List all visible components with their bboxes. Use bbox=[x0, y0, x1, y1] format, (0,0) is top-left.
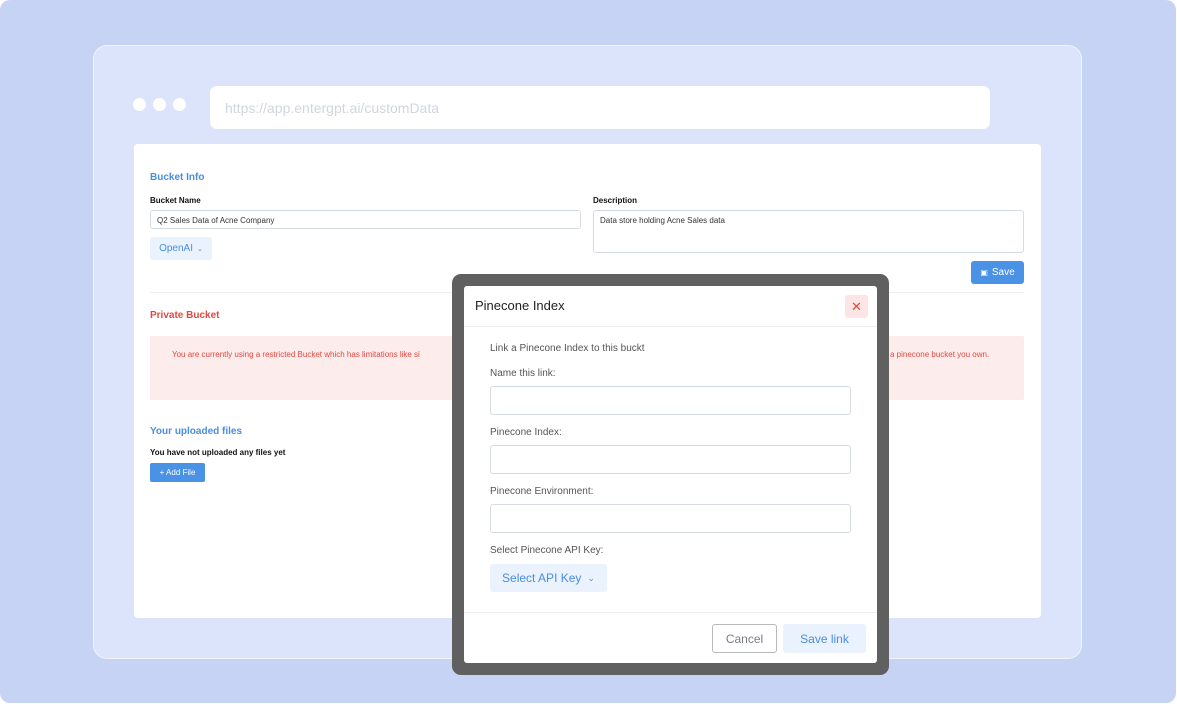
chevron-down-icon: ⌄ bbox=[587, 572, 595, 583]
model-dropdown-label: OpenAI bbox=[159, 243, 194, 254]
select-api-key-label: Select API Key bbox=[502, 571, 582, 585]
pinecone-index-label: Pinecone Index: bbox=[490, 427, 562, 438]
select-api-key-dropdown[interactable]: Select API Key ⌄ bbox=[490, 564, 607, 592]
bucket-name-label: Bucket Name bbox=[150, 196, 201, 205]
uploaded-files-title: Your uploaded files bbox=[150, 426, 243, 437]
link-name-label: Name this link: bbox=[490, 368, 556, 379]
window-dot-2 bbox=[153, 98, 166, 111]
modal-intro-text: Link a Pinecone Index to this buckt bbox=[490, 343, 645, 354]
model-dropdown-button[interactable]: OpenAI ⌄ bbox=[150, 237, 212, 260]
description-label: Description bbox=[593, 196, 638, 205]
api-key-label: Select Pinecone API Key: bbox=[490, 545, 604, 556]
private-bucket-title: Private Bucket bbox=[150, 310, 220, 321]
warning-text-right: a pinecone bucket you own. bbox=[890, 350, 990, 359]
chevron-down-icon: ⌄ bbox=[197, 245, 203, 253]
no-files-text: You have not uploaded any files yet bbox=[150, 448, 286, 457]
bucket-name-input[interactable]: Q2 Sales Data of Acne Company bbox=[150, 210, 581, 229]
url-text: https://app.entergpt.ai/customData bbox=[225, 99, 440, 116]
add-file-button[interactable]: + Add File bbox=[150, 463, 205, 482]
pinecone-index-input[interactable] bbox=[490, 445, 851, 474]
link-name-input[interactable] bbox=[490, 386, 851, 415]
pinecone-index-modal: Pinecone Index ✕ Link a Pinecone Index t… bbox=[464, 286, 877, 663]
save-button[interactable]: ▣ Save bbox=[971, 261, 1024, 284]
cancel-button[interactable]: Cancel bbox=[712, 624, 777, 653]
close-button[interactable]: ✕ bbox=[845, 295, 868, 318]
modal-title: Pinecone Index bbox=[475, 298, 565, 313]
modal-header: Pinecone Index ✕ bbox=[464, 286, 877, 327]
save-button-label: Save bbox=[991, 267, 1015, 278]
pinecone-environment-label: Pinecone Environment: bbox=[490, 486, 594, 497]
window-dot-3 bbox=[173, 98, 186, 111]
modal-footer: Cancel Save link bbox=[464, 612, 877, 663]
description-textarea[interactable]: Data store holding Acne Sales data bbox=[593, 210, 1024, 253]
window-dot-1 bbox=[133, 98, 146, 111]
close-icon: ✕ bbox=[851, 298, 862, 314]
pinecone-environment-input[interactable] bbox=[490, 504, 851, 533]
url-bar[interactable]: https://app.entergpt.ai/customData bbox=[210, 86, 990, 129]
save-link-button[interactable]: Save link bbox=[783, 624, 866, 653]
bucket-info-title: Bucket Info bbox=[150, 172, 205, 183]
save-icon: ▣ bbox=[980, 268, 988, 277]
warning-text-left: You are currently using a restricted Buc… bbox=[172, 350, 420, 359]
